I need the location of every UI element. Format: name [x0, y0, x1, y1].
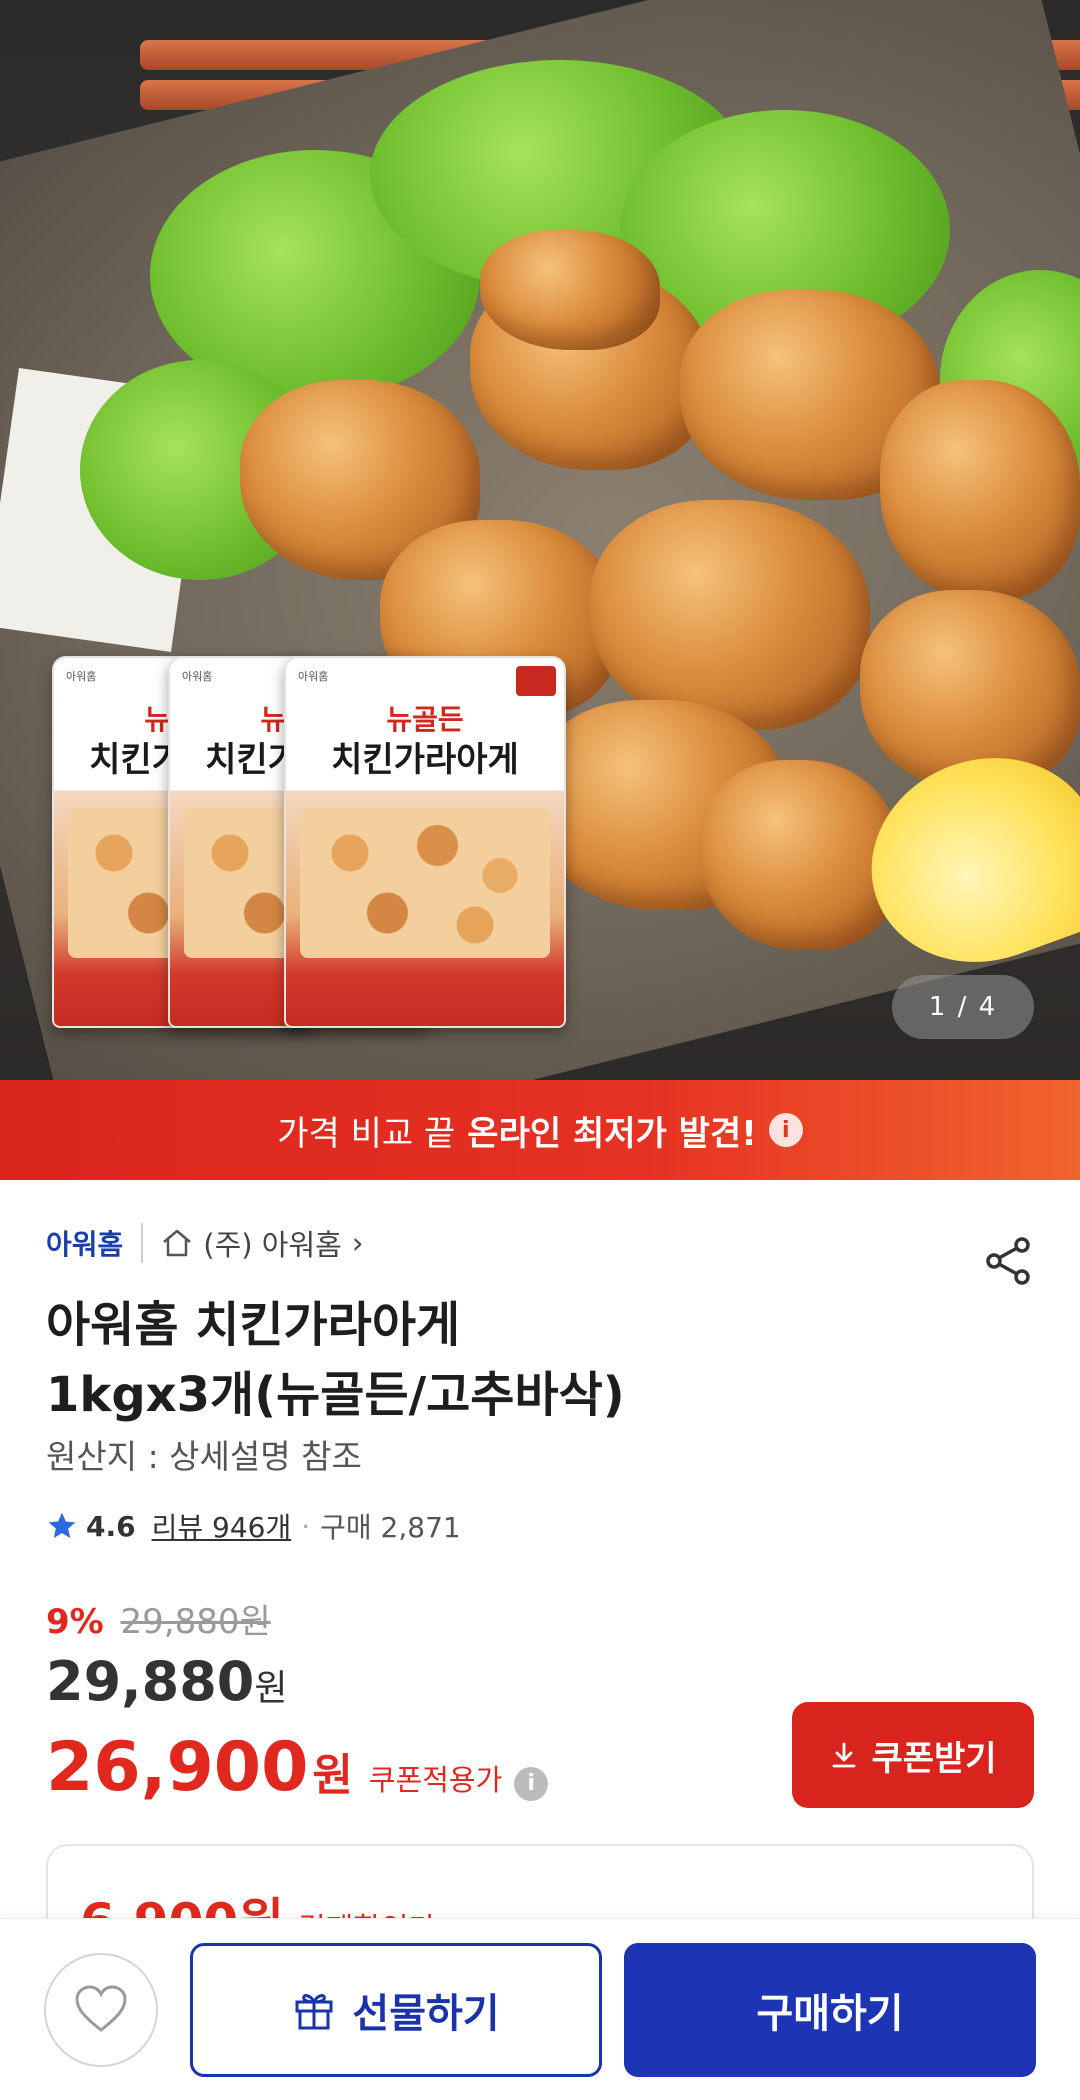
- product-packages: 아워홈 뉴골든 치킨가라아게 아워홈 뉴골든 치킨가라아게 아워홈 뉴골든 치킨…: [52, 656, 572, 1036]
- download-icon: [833, 1742, 856, 1768]
- coupon-price-label: 쿠폰적용가: [368, 1763, 503, 1797]
- get-coupon-button[interactable]: 쿠폰받기: [792, 1702, 1034, 1808]
- gift-icon: [295, 1994, 333, 2030]
- lowest-price-banner[interactable]: 가격 비교 끝 온라인 최저가 발견! i: [0, 1080, 1080, 1180]
- info-circle-icon[interactable]: i: [768, 1113, 803, 1147]
- package-line2: 치킨가라아게: [331, 740, 519, 780]
- store-link[interactable]: (주) 아워홈 ›: [161, 1222, 363, 1264]
- origin-info: 원산지 : 상세설명 참조: [46, 1437, 362, 1476]
- star-icon: [48, 1512, 76, 1538]
- discount-row: 9% 29,880원: [46, 1594, 271, 1643]
- rating-row: 4.6 리뷰 946개 · 구매 2,871: [46, 1506, 461, 1546]
- info-circle-icon[interactable]: i: [514, 1766, 549, 1801]
- banner-text: 가격 비교 끝: [277, 1113, 456, 1154]
- sale-price: 29,880원: [46, 1650, 288, 1713]
- heart-icon: [75, 1985, 127, 2032]
- coupon-price-number: 26,900: [46, 1728, 309, 1807]
- dot-separator: ·: [301, 1509, 311, 1543]
- bottom-action-bar: 선물하기 구매하기: [0, 1918, 1080, 2100]
- package-brand: 아워홈: [66, 670, 97, 683]
- buy-label: 구매하기: [756, 1991, 904, 2037]
- sale-price-unit: 원: [254, 1668, 288, 1709]
- product-image-carousel[interactable]: 아워홈 뉴골든 치킨가라아게 아워홈 뉴골든 치킨가라아게 아워홈 뉴골든 치킨…: [0, 0, 1080, 1080]
- original-price: 29,880원: [120, 1602, 271, 1642]
- divider: [141, 1223, 144, 1263]
- store-name: (주) 아워홈: [203, 1228, 342, 1262]
- banner-highlight: 온라인 최저가 발견!: [467, 1113, 757, 1154]
- product-title: 아워홈 치킨가라아게 1kgx3개(뉴골든/고추바삭): [46, 1290, 946, 1430]
- chicken-piece: [590, 500, 870, 730]
- wishlist-button[interactable]: [44, 1953, 158, 2067]
- package-brand: 아워홈: [298, 670, 329, 683]
- buy-button[interactable]: 구매하기: [624, 1943, 1036, 2077]
- coupon-price: 26,900 원 쿠폰적용가 i: [46, 1728, 549, 1807]
- gift-button[interactable]: 선물하기: [190, 1943, 602, 2077]
- purchase-count: 구매 2,871: [320, 1511, 461, 1544]
- sale-price-number: 29,880: [46, 1650, 255, 1713]
- product-title-line2: 1kgx3개(뉴골든/고추바삭): [46, 1367, 625, 1423]
- discount-percent: 9%: [46, 1602, 104, 1642]
- chicken-piece: [880, 380, 1080, 600]
- gift-label: 선물하기: [352, 1991, 500, 2037]
- chicken-piece: [480, 230, 660, 350]
- store-logo[interactable]: 아워홈: [46, 1223, 123, 1263]
- coupon-price-unit: 원: [312, 1750, 353, 1801]
- chevron-right-icon: ›: [351, 1226, 364, 1260]
- get-coupon-label: 쿠폰받기: [871, 1738, 997, 1779]
- package-window: [300, 808, 550, 958]
- image-counter-badge: 1 / 4: [892, 975, 1034, 1039]
- review-count-link[interactable]: 리뷰 946개: [152, 1506, 292, 1546]
- rating-score: 4.6: [86, 1509, 136, 1543]
- product-package: 아워홈 뉴골든 치킨가라아게: [284, 656, 566, 1028]
- package-stamp: [516, 666, 556, 696]
- share-icon[interactable]: [982, 1234, 1036, 1288]
- store-row: 아워홈 (주) 아워홈 ›: [46, 1222, 363, 1264]
- home-icon: [163, 1229, 192, 1257]
- chicken-piece: [700, 760, 900, 950]
- package-brand: 아워홈: [182, 670, 213, 683]
- product-title-line1: 아워홈 치킨가라아게: [46, 1297, 461, 1353]
